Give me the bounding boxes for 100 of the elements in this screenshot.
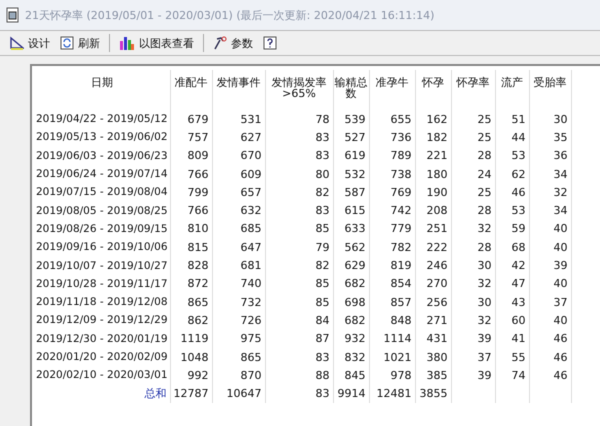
table-cell: 59 <box>495 220 530 238</box>
column-header: 怀孕 <box>415 70 452 110</box>
table-cell: 682 <box>333 311 370 330</box>
table-cell: 632 <box>212 201 266 220</box>
table-cell: 37 <box>529 292 572 312</box>
table-cell: 32 <box>451 220 496 238</box>
table-cell: 2019/11/18 - 2019/12/08 <box>34 292 170 312</box>
table-cell: 809 <box>170 146 212 165</box>
table-cell: 865 <box>212 348 266 366</box>
table-cell: 766 <box>170 201 212 220</box>
table-cell: 769 <box>369 183 416 202</box>
table-cell: 85 <box>265 292 334 312</box>
table-cell: 2019/10/28 - 2019/11/17 <box>34 274 170 293</box>
table-cell: 1119 <box>170 330 212 348</box>
table-cell: 12787 <box>170 384 212 403</box>
toolbar-button[interactable]: 设计 <box>6 34 54 52</box>
table-cell: 83 <box>265 128 334 147</box>
table-cell: 182 <box>415 128 452 147</box>
column-header: 准孕牛 <box>369 70 416 110</box>
document-icon <box>6 7 20 23</box>
table-cell: 256 <box>415 292 452 312</box>
table-cell: 789 <box>369 146 416 165</box>
table-cell: 779 <box>369 220 416 238</box>
table-cell: 37 <box>451 348 496 366</box>
table-cell: 25 <box>451 128 496 147</box>
table-cell: 60 <box>495 311 530 330</box>
table-cell: 87 <box>265 330 334 348</box>
table-cell: 12481 <box>369 384 416 403</box>
triangle-ruler-icon <box>10 36 24 50</box>
table-cell: 46 <box>529 330 572 348</box>
column-header: 受胎率 <box>529 70 572 110</box>
column-header: 准配牛 <box>170 70 212 110</box>
table-cell: 682 <box>333 274 370 293</box>
table-cell: 531 <box>212 110 266 128</box>
table-cell: 10647 <box>212 384 266 403</box>
table-cell: 2020/02/10 - 2020/03/01 <box>34 366 170 384</box>
table-cell: 655 <box>369 110 416 128</box>
table-cell: 679 <box>170 110 212 128</box>
table-cell: 698 <box>333 292 370 312</box>
table-cell: 810 <box>170 220 212 238</box>
table-cell: 39 <box>451 366 496 384</box>
table-cell: 766 <box>170 164 212 184</box>
table-cell: 180 <box>415 164 452 184</box>
table-cell: 757 <box>170 128 212 147</box>
table-cell: 738 <box>369 164 416 184</box>
table-cell: 85 <box>265 274 334 293</box>
table-cell: 633 <box>333 220 370 238</box>
table-cell: 36 <box>529 146 572 165</box>
table-cell: 819 <box>369 256 416 275</box>
table-cell: 25 <box>451 110 496 128</box>
table-cell: 28 <box>451 201 496 220</box>
table-cell: 82 <box>265 256 334 275</box>
total-label: 总和 <box>34 384 170 403</box>
table-cell: 190 <box>415 183 452 202</box>
table-cell: 85 <box>265 220 334 238</box>
table-cell: 2019/10/07 - 2019/10/27 <box>34 256 170 275</box>
table-cell: 251 <box>415 220 452 238</box>
table-cell: 619 <box>333 146 370 165</box>
table-cell: 870 <box>212 366 266 384</box>
column-header: 日期 <box>34 70 170 110</box>
table-cell: 609 <box>212 164 266 184</box>
table-cell: 685 <box>212 220 266 238</box>
table-cell: 83 <box>265 146 334 165</box>
table-cell: 2019/08/05 - 2019/08/25 <box>34 201 170 220</box>
toolbar-button[interactable]: 参数 <box>209 34 257 52</box>
table-cell: 385 <box>415 366 452 384</box>
table-cell: 88 <box>265 366 334 384</box>
table-cell: 527 <box>333 128 370 147</box>
table-cell: 872 <box>170 274 212 293</box>
table-cell: 53 <box>495 146 530 165</box>
table-cell: 55 <box>495 348 530 366</box>
table-cell: 246 <box>415 256 452 275</box>
tools-icon <box>213 36 227 50</box>
table-cell: 80 <box>265 164 334 184</box>
table-cell: 46 <box>529 366 572 384</box>
table-cell: 162 <box>415 110 452 128</box>
table-cell: 51 <box>495 110 530 128</box>
table-cell: 40 <box>529 220 572 238</box>
toolbar-button[interactable]: 刷新 <box>56 34 104 52</box>
table-cell: 670 <box>212 146 266 165</box>
table-cell: 562 <box>333 238 370 256</box>
table-cell: 1021 <box>369 348 416 366</box>
table-cell: 34 <box>529 164 572 184</box>
table-cell: 25 <box>451 183 496 202</box>
table-cell: 740 <box>212 274 266 293</box>
table-cell: 271 <box>415 311 452 330</box>
table-cell: 2019/12/30 - 2020/01/19 <box>34 330 170 348</box>
table-cell: 32 <box>451 274 496 293</box>
table-cell: 978 <box>369 366 416 384</box>
table-cell: 39 <box>529 256 572 275</box>
table-cell: 47 <box>495 274 530 293</box>
table-cell: 68 <box>495 238 530 256</box>
table-cell: 222 <box>415 238 452 256</box>
column-header: 流产 <box>495 70 530 110</box>
table-cell: 83 <box>265 384 334 403</box>
toolbar-button[interactable]: 以图表查看 <box>115 33 198 53</box>
table-cell: 539 <box>333 110 370 128</box>
table-cell: 848 <box>369 311 416 330</box>
table-cell: 532 <box>333 164 370 184</box>
table-cell: 2019/06/24 - 2019/07/14 <box>34 164 170 184</box>
